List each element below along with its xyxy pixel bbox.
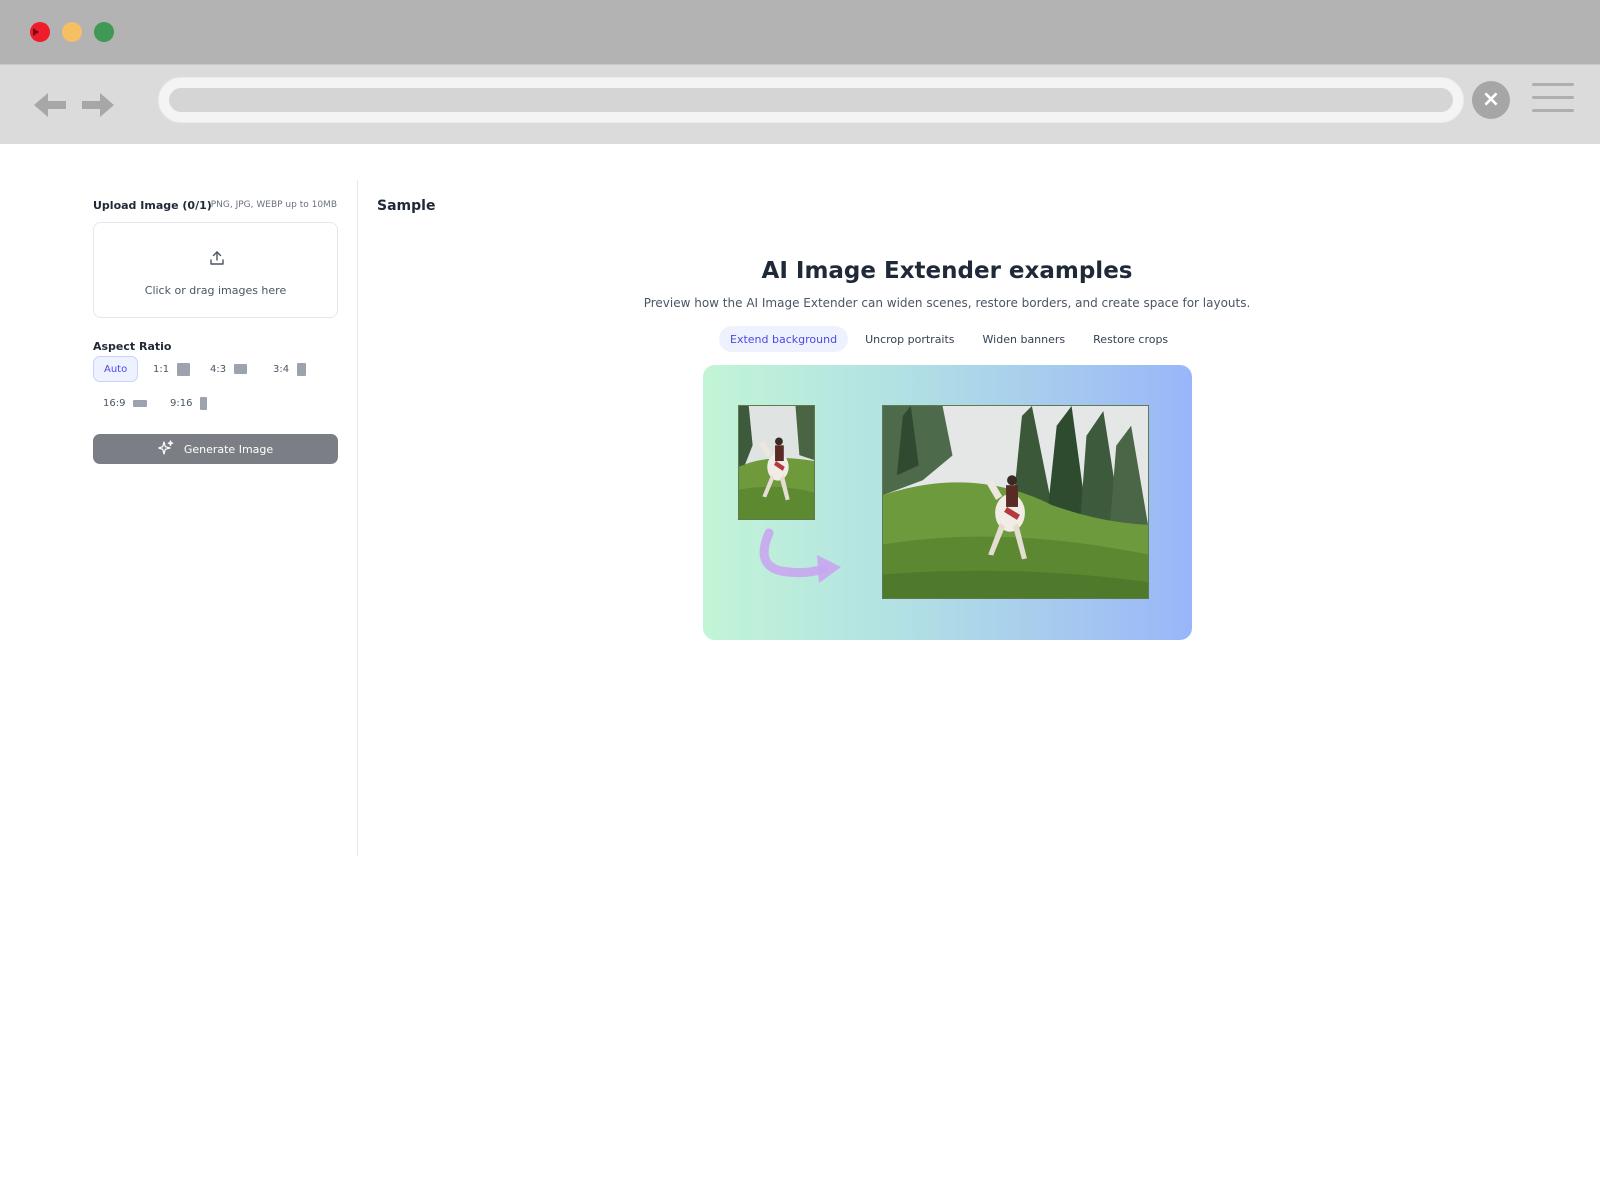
- menu-icon[interactable]: [1532, 83, 1574, 115]
- original-image: [738, 405, 815, 520]
- example-tabs: Extend background Uncrop portraits Widen…: [719, 326, 1179, 354]
- window-titlebar: [0, 0, 1600, 64]
- tall-ratio-icon: [200, 396, 208, 410]
- close-icon[interactable]: ×: [1472, 81, 1510, 119]
- page-title: AI Image Extender examples: [761, 258, 1133, 284]
- curved-arrow-icon: [753, 525, 853, 595]
- ratio-option-9-16[interactable]: 9:16: [160, 390, 217, 416]
- ratio-option-auto[interactable]: Auto: [93, 356, 139, 382]
- ratio-option-label: 4:3: [210, 363, 227, 375]
- ratio-option-3-4[interactable]: 3:4: [263, 356, 316, 382]
- tab-extend-background[interactable]: Extend background: [719, 326, 849, 352]
- ratio-option-label: 9:16: [170, 397, 193, 409]
- main-panel: Sample AI Image Extender examples Previe…: [359, 180, 1600, 856]
- address-bar[interactable]: [158, 77, 1464, 123]
- minimize-window-button[interactable]: [62, 22, 82, 42]
- settings-sidebar: Upload Image (0/1) PNG, JPG, WEBP up to …: [0, 180, 358, 856]
- wide-ratio-icon: [133, 399, 148, 407]
- upload-hint: PNG, JPG, WEBP up to 10MB: [210, 200, 337, 210]
- upload-header: Upload Image (0/1) PNG, JPG, WEBP up to …: [93, 197, 343, 217]
- ratio-option-1-1[interactable]: 1:1: [143, 356, 200, 382]
- ratio-option-4-3[interactable]: 4:3: [200, 356, 257, 382]
- ratio-option-label: Auto: [104, 363, 128, 375]
- ratio-option-label: 1:1: [153, 363, 170, 375]
- sparkle-icon: [158, 439, 174, 459]
- image-dropzone[interactable]: Click or drag images here: [93, 222, 338, 318]
- generate-label: Generate Image: [183, 442, 274, 456]
- browser-toolbar: ×: [0, 64, 1600, 144]
- maximize-window-button[interactable]: [94, 22, 114, 42]
- dropzone-text: Click or drag images here: [144, 284, 287, 297]
- address-input[interactable]: [169, 88, 1453, 112]
- landscape-ratio-icon: [234, 364, 248, 374]
- upload-title: Upload Image (0/1): [93, 199, 212, 212]
- ratio-option-label: 16:9: [103, 397, 126, 409]
- example-showcase: [703, 365, 1192, 640]
- tab-restore-crops[interactable]: Restore crops: [1082, 326, 1179, 352]
- tab-widen-banners[interactable]: Widen banners: [972, 326, 1077, 352]
- upload-icon: [208, 249, 226, 267]
- back-arrow-icon[interactable]: [30, 85, 70, 125]
- ratio-option-16-9[interactable]: 16:9: [93, 390, 157, 416]
- square-ratio-icon: [177, 362, 191, 376]
- aspect-ratio-label: Aspect Ratio: [93, 340, 172, 353]
- portrait-ratio-icon: [297, 362, 307, 376]
- tab-uncrop-portraits[interactable]: Uncrop portraits: [854, 326, 965, 352]
- close-window-button[interactable]: [30, 22, 50, 42]
- extended-image: [882, 405, 1149, 599]
- forward-arrow-icon[interactable]: [78, 85, 118, 125]
- ratio-option-label: 3:4: [273, 363, 290, 375]
- page-subtitle: Preview how the AI Image Extender can wi…: [643, 296, 1251, 310]
- sample-heading: Sample: [377, 198, 436, 214]
- generate-image-button[interactable]: Generate Image: [93, 434, 338, 464]
